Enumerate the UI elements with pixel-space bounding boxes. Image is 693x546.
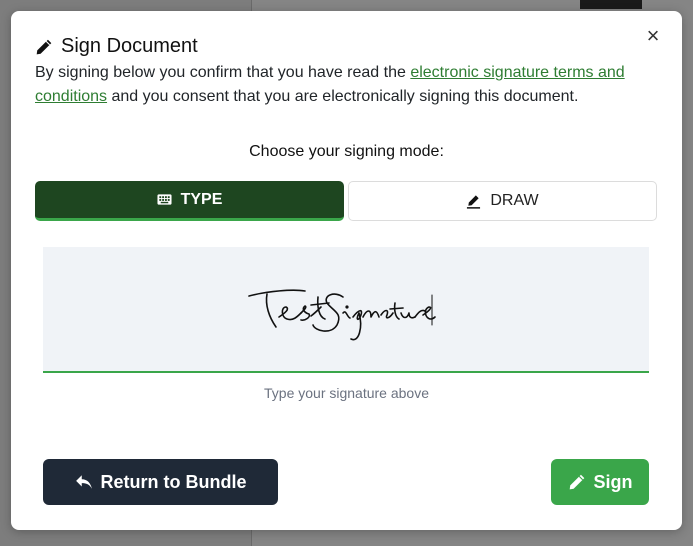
signing-mode-label: Choose your signing mode:	[249, 143, 444, 160]
pen-icon	[467, 194, 481, 209]
sign-button-label: Sign	[593, 471, 633, 492]
modal-title: Sign Document	[61, 35, 198, 57]
signature-script	[248, 289, 436, 341]
tab-type-label: TYPE	[180, 190, 223, 208]
pencil-icon	[36, 39, 52, 54]
close-icon[interactable]: ×	[642, 25, 664, 47]
keyboard-icon	[157, 194, 172, 205]
modal-header: Sign Document	[35, 35, 198, 58]
tab-draw[interactable]: DRAW	[348, 181, 657, 221]
tab-type[interactable]: TYPE	[35, 181, 344, 221]
return-to-bundle-button[interactable]: Return to Bundle	[43, 459, 278, 505]
tab-draw-label: DRAW	[490, 192, 539, 209]
return-button-label: Return to Bundle	[100, 471, 247, 492]
sign-document-modal: × Sign Document By signing below you con…	[11, 11, 682, 530]
background-logo	[580, 0, 693, 9]
pencil-icon	[569, 474, 584, 490]
consent-text-start: By signing below you confirm that you ha…	[35, 64, 411, 81]
consent-text: By signing below you confirm that you ha…	[35, 61, 665, 109]
reply-arrow-icon	[75, 475, 92, 489]
signature-input[interactable]	[43, 247, 649, 373]
consent-text-end: and you consent that you are electronica…	[107, 88, 579, 105]
sign-button[interactable]: Sign	[551, 459, 649, 505]
signature-hint: Type your signature above	[264, 385, 429, 401]
